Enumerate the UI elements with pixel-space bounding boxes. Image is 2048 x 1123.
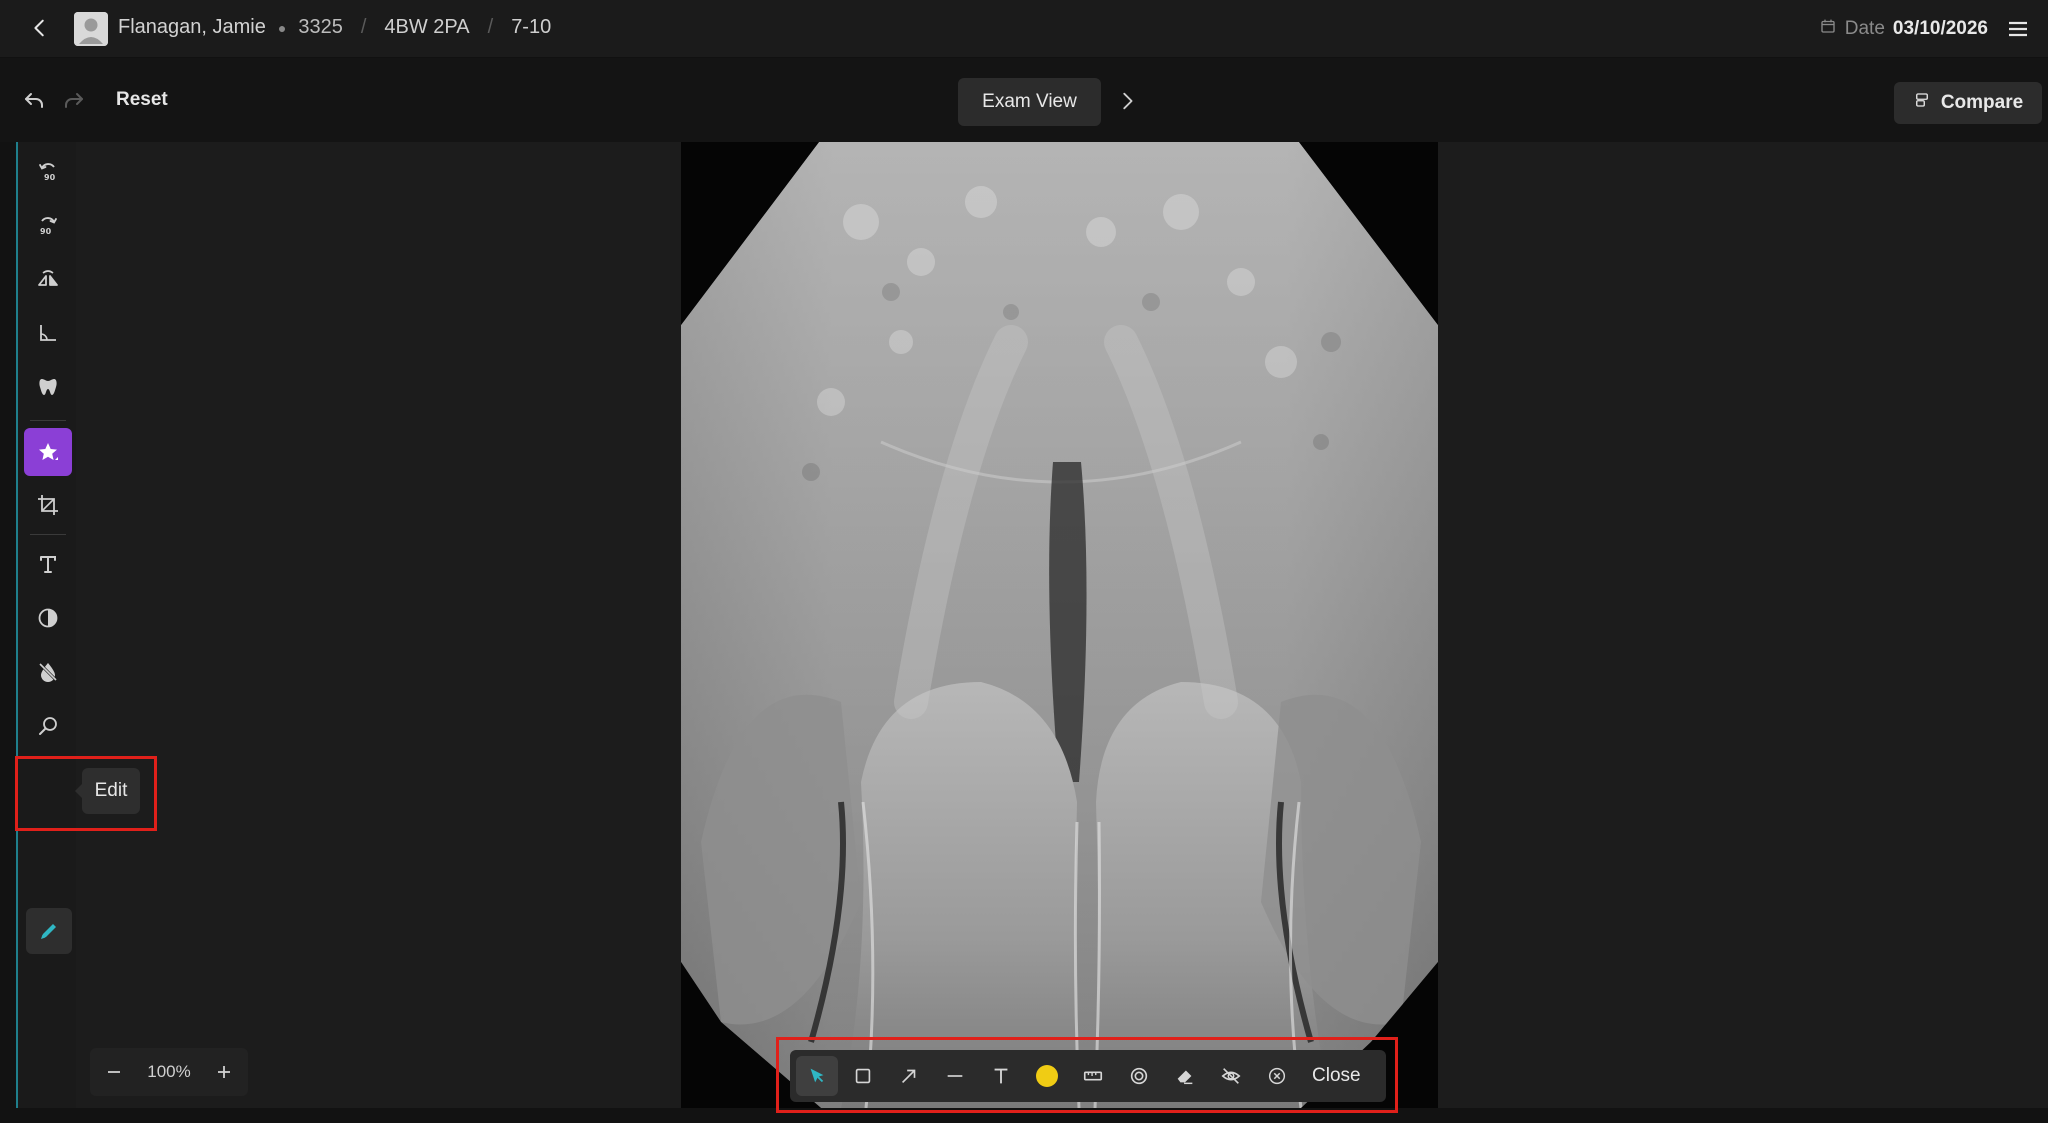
redo-icon[interactable] bbox=[62, 88, 86, 112]
zoom-out-icon[interactable] bbox=[104, 1062, 124, 1082]
zoom-level: 100% bbox=[147, 1062, 191, 1081]
sidebar-divider bbox=[30, 420, 66, 421]
compare-label: Compare bbox=[1940, 92, 2024, 113]
text-tool-icon[interactable] bbox=[980, 1056, 1022, 1096]
eraser-icon[interactable] bbox=[1164, 1056, 1206, 1096]
zoom-control: 100% bbox=[90, 1048, 248, 1096]
hamburger-menu-icon[interactable] bbox=[2006, 17, 2030, 41]
dot-separator: ● bbox=[277, 19, 287, 36]
arrow-icon[interactable] bbox=[888, 1056, 930, 1096]
hide-annotations-icon[interactable] bbox=[1210, 1056, 1252, 1096]
color-picker[interactable] bbox=[1026, 1056, 1068, 1096]
patient-id: 3325 bbox=[298, 16, 343, 38]
avatar[interactable] bbox=[74, 12, 108, 46]
xray-image[interactable] bbox=[681, 142, 1438, 1108]
crop-icon[interactable] bbox=[28, 485, 68, 525]
magnify-icon[interactable] bbox=[28, 706, 68, 746]
close-annotation-button[interactable]: Close bbox=[1312, 1065, 1361, 1087]
breadcrumb-separator: / bbox=[487, 16, 494, 38]
rotate-left-label: 90 bbox=[44, 173, 56, 182]
zoom-in-icon[interactable] bbox=[214, 1062, 234, 1082]
annotation-toolbar: Close bbox=[790, 1050, 1386, 1102]
tool-sidebar: 90 90 bbox=[16, 142, 76, 1108]
date-display: Date 03/10/2026 bbox=[1819, 17, 1988, 41]
compare-button[interactable]: Compare bbox=[1894, 82, 2042, 124]
chevron-right-icon[interactable] bbox=[1116, 90, 1140, 114]
rotate-right-icon[interactable]: 90 bbox=[28, 205, 68, 245]
color-swatch bbox=[1036, 1065, 1058, 1087]
ruler-icon[interactable] bbox=[1072, 1056, 1114, 1096]
invert-icon[interactable] bbox=[28, 652, 68, 692]
breadcrumb-separator: / bbox=[360, 16, 367, 38]
sidebar-divider bbox=[30, 534, 66, 535]
reset-button[interactable]: Reset bbox=[116, 89, 168, 111]
contrast-icon[interactable] bbox=[28, 598, 68, 638]
pencil-icon[interactable] bbox=[26, 908, 72, 954]
breadcrumb: Flanagan, Jamie ● 3325 / 4BW 2PA / 7-10 bbox=[118, 16, 551, 39]
target-circle-icon[interactable] bbox=[1118, 1056, 1160, 1096]
back-icon[interactable] bbox=[28, 16, 52, 40]
breadcrumb-exam[interactable]: 4BW 2PA bbox=[384, 16, 469, 39]
rectangle-icon[interactable] bbox=[842, 1056, 884, 1096]
date-value: 03/10/2026 bbox=[1892, 18, 1988, 39]
compare-icon bbox=[1913, 91, 1931, 115]
angle-icon[interactable] bbox=[28, 313, 68, 353]
top-bar: Flanagan, Jamie ● 3325 / 4BW 2PA / 7-10 … bbox=[0, 0, 2048, 58]
secondary-toolbar: Reset Exam View Compare bbox=[0, 58, 2048, 142]
star-icon[interactable] bbox=[24, 428, 72, 476]
clear-all-icon[interactable] bbox=[1256, 1056, 1298, 1096]
exam-view-button[interactable]: Exam View bbox=[958, 78, 1101, 126]
tooth-icon[interactable] bbox=[28, 367, 68, 407]
date-label: Date bbox=[1844, 18, 1885, 39]
undo-icon[interactable] bbox=[22, 88, 46, 112]
rotate-left-icon[interactable]: 90 bbox=[28, 151, 68, 191]
breadcrumb-series[interactable]: 7-10 bbox=[511, 16, 551, 39]
flip-icon[interactable] bbox=[28, 259, 68, 299]
patient-name[interactable]: Flanagan, Jamie bbox=[118, 16, 266, 39]
rotate-right-label: 90 bbox=[40, 227, 52, 236]
calendar-icon bbox=[1819, 17, 1837, 41]
text-icon[interactable] bbox=[28, 544, 68, 584]
select-pointer-icon[interactable] bbox=[796, 1056, 838, 1096]
edit-tooltip: Edit bbox=[75, 768, 140, 814]
line-icon[interactable] bbox=[934, 1056, 976, 1096]
